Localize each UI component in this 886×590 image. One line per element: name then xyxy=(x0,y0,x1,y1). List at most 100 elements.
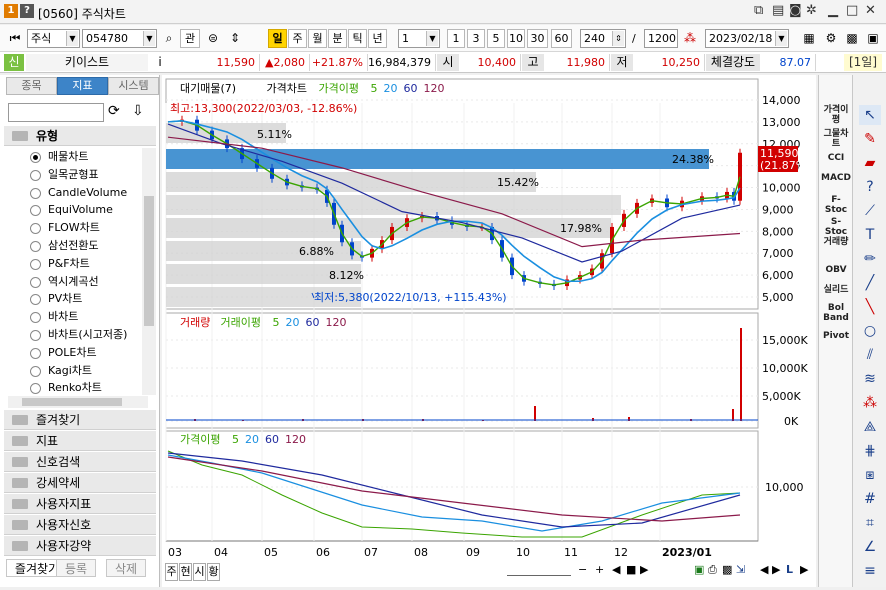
indicator-radio-item[interactable]: CandleVolume xyxy=(30,184,127,202)
cursor-icon[interactable]: ↖ xyxy=(859,105,881,125)
save-icon[interactable]: ▣ xyxy=(864,29,882,48)
arrow-left-icon[interactable]: ◀ xyxy=(760,563,768,581)
cross-icon[interactable]: # xyxy=(859,489,881,509)
scroll-start-icon[interactable]: ◀ xyxy=(612,563,620,581)
indicator-1[interactable]: 그물차트 xyxy=(821,129,851,149)
indicator-3[interactable]: MACD xyxy=(821,173,851,183)
indicator-8[interactable]: 실리드 xyxy=(821,285,851,295)
updown-icon[interactable]: ⇕ xyxy=(226,29,244,48)
window-badge-1[interactable]: 1 xyxy=(4,4,18,18)
multiplier-select[interactable]: 1 ▼ xyxy=(398,29,440,48)
count-input[interactable]: 240 ⇕ xyxy=(580,29,626,48)
question-icon[interactable]: ? xyxy=(859,177,881,197)
indicator-radio-item[interactable]: 일목균형표 xyxy=(30,166,99,184)
print-icon[interactable]: ⎙ xyxy=(708,563,717,581)
folder-1[interactable]: 지표 xyxy=(4,431,156,451)
line-icon[interactable]: ╱ xyxy=(859,273,881,293)
date-input[interactable]: 2023/02/18 ▼ xyxy=(705,29,789,48)
period-button-1[interactable]: 주 xyxy=(288,29,307,48)
bottom-tab-2[interactable]: 삭제 xyxy=(106,559,146,577)
market-select[interactable]: 주식 ▼ xyxy=(27,29,80,48)
bottom-btn-0[interactable]: 주 xyxy=(165,563,178,581)
folder-0[interactable]: 즐겨찾기 xyxy=(4,410,156,430)
nav-right-icon[interactable]: ▶ xyxy=(800,563,808,581)
interval-button-60[interactable]: 60 xyxy=(551,29,572,48)
eraser-icon[interactable]: ▰ xyxy=(859,153,881,173)
maximize-icon[interactable]: □ xyxy=(846,3,858,18)
settings-icon[interactable]: ✲ xyxy=(806,3,817,18)
folder-3[interactable]: 강세약세 xyxy=(4,473,156,493)
window-copy-icon[interactable]: ⧉ xyxy=(754,3,763,18)
period-button-4[interactable]: 틱 xyxy=(348,29,367,48)
interval-button-3[interactable]: 3 xyxy=(467,29,485,48)
interval-button-30[interactable]: 30 xyxy=(527,29,548,48)
pencil-icon[interactable]: ✏ xyxy=(859,249,881,269)
bottom-tab-1[interactable]: 등록 xyxy=(56,559,96,577)
gear-icon[interactable]: ⚙ xyxy=(822,29,840,48)
search-icon[interactable]: ⌕ xyxy=(160,29,178,48)
scroll-end-icon[interactable]: ▶ xyxy=(640,563,648,581)
image-icon[interactable]: ▩ xyxy=(722,563,732,581)
chart-svg[interactable]: 14,00013,00012,00011,00010,0009,0008,000… xyxy=(162,75,816,587)
indicator-radio-item[interactable]: Kagi차트 xyxy=(30,362,92,380)
fan-icon[interactable]: ⟁ xyxy=(859,417,881,437)
period-button-2[interactable]: 월 xyxy=(308,29,327,48)
left-tab-1[interactable]: 지표 xyxy=(57,77,108,95)
indicator-radio-item[interactable]: 바차트(시고저종) xyxy=(30,326,127,344)
prev-icon[interactable]: ⏮ xyxy=(6,29,24,48)
indicator-7[interactable]: OBV xyxy=(821,265,851,275)
download-icon[interactable]: ⇩ xyxy=(132,103,144,119)
left-search-input[interactable] xyxy=(8,103,104,122)
parallel-icon[interactable]: ⫽ xyxy=(859,345,881,365)
zoom-slider[interactable] xyxy=(507,566,571,576)
indicator-radio-item[interactable]: PV차트 xyxy=(30,290,82,308)
grid-icon[interactable]: ▩ xyxy=(843,29,861,48)
zoom-minus-icon[interactable]: − xyxy=(578,563,587,581)
indicator-2[interactable]: CCI xyxy=(821,153,851,163)
stepper-icon[interactable]: ⇕ xyxy=(612,31,624,46)
bottom-btn-3[interactable]: 황 xyxy=(207,563,220,581)
chart-area[interactable]: 14,00013,00012,00011,00010,0009,0008,000… xyxy=(162,75,816,587)
circle-icon[interactable]: ○ xyxy=(859,321,881,341)
indicator-radio-item[interactable]: 역시계곡선 xyxy=(30,273,99,291)
left-tab-0[interactable]: 종목 xyxy=(6,77,57,95)
total-input[interactable]: 1200 xyxy=(644,29,678,48)
window-note-icon[interactable]: ▤ xyxy=(772,3,784,18)
interval-button-10[interactable]: 10 xyxy=(507,29,525,48)
period-button-5[interactable]: 년 xyxy=(368,29,387,48)
hash-icon[interactable]: ⌗ xyxy=(859,513,881,533)
indicator-radio-item[interactable]: FLOW차트 xyxy=(30,219,100,237)
text-icon[interactable]: T xyxy=(859,225,881,245)
left-scrollbar[interactable] xyxy=(142,148,156,395)
period-indicator[interactable]: [1일] xyxy=(844,54,882,71)
indicator-10[interactable]: Pivot xyxy=(821,331,851,341)
help-badge[interactable]: ? xyxy=(20,4,34,18)
indicator-radio-item[interactable]: Renko차트 xyxy=(30,379,102,397)
chart-tool-icon[interactable]: ▦ xyxy=(800,29,818,48)
indicator-radio-item[interactable]: POLE차트 xyxy=(30,344,97,362)
indicator-radio-item[interactable]: P&F차트 xyxy=(30,255,90,273)
folder-4[interactable]: 사용자지표 xyxy=(4,494,156,514)
camera-icon[interactable]: ◙ xyxy=(789,3,802,18)
indicator-6[interactable]: 거래량 xyxy=(821,237,851,247)
bottom-btn-1[interactable]: 현 xyxy=(179,563,192,581)
indicator-9[interactable]: Bol Band xyxy=(821,303,851,323)
brush-icon[interactable]: ✎ xyxy=(859,129,881,149)
stop-icon[interactable]: ■ xyxy=(626,563,636,581)
info-icon[interactable]: i xyxy=(152,54,168,71)
excel-icon[interactable]: ▣ xyxy=(694,563,704,581)
zoom-plus-icon[interactable]: + xyxy=(595,563,604,581)
calendar-dropdown-icon[interactable]: ▼ xyxy=(775,31,787,46)
manage-button[interactable]: 관 xyxy=(180,29,200,48)
fibo-icon[interactable]: ≋ xyxy=(859,369,881,389)
refresh-icon[interactable]: ⟳ xyxy=(108,103,120,119)
channel-icon[interactable]: ⋕ xyxy=(859,441,881,461)
folder-2[interactable]: 신호검색 xyxy=(4,452,156,472)
indicator-radio-item[interactable]: 삼선전환도 xyxy=(30,237,99,255)
gann-icon[interactable]: ⁂ xyxy=(859,393,881,413)
filter-icon[interactable]: ⁂ xyxy=(681,29,699,48)
folder-5[interactable]: 사용자신호 xyxy=(4,515,156,535)
interval-button-1[interactable]: 1 xyxy=(447,29,465,48)
period-button-3[interactable]: 분 xyxy=(328,29,347,48)
bottom-btn-2[interactable]: 시 xyxy=(193,563,206,581)
